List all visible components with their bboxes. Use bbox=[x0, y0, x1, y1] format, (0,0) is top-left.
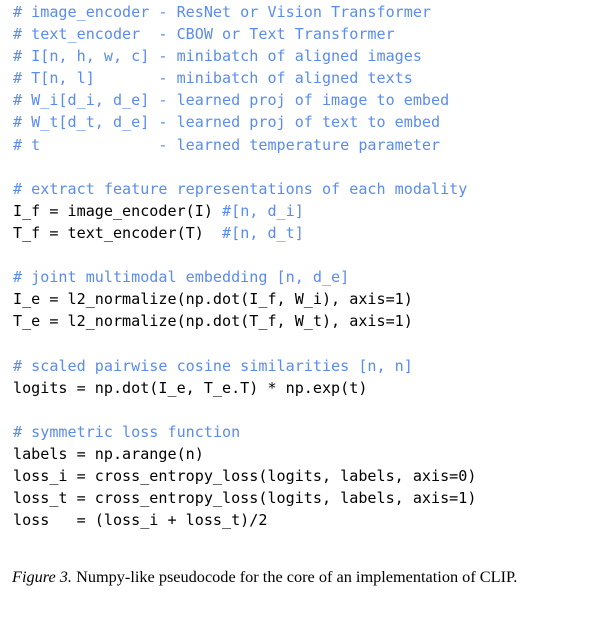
code-text: loss = (loss_i + loss_t)/2 bbox=[13, 511, 268, 530]
code-comment: # extract feature representations of eac… bbox=[13, 179, 468, 198]
code-comment: #[n, d_t] bbox=[222, 223, 304, 242]
figure-label: Figure 3. bbox=[12, 567, 72, 586]
code-line: # W_t[d_t, d_e] - learned proj of text t… bbox=[13, 111, 605, 133]
code-line: # T[n, l] - minibatch of aligned texts bbox=[13, 67, 605, 89]
code-line: loss = (loss_i + loss_t)/2 bbox=[13, 509, 605, 531]
code-line: # extract feature representations of eac… bbox=[13, 178, 605, 200]
code-line: # scaled pairwise cosine similarities [n… bbox=[13, 355, 605, 377]
code-comment: #[n, d_i] bbox=[222, 201, 304, 220]
code-text: I_e = l2_normalize(np.dot(I_f, W_i), axi… bbox=[13, 290, 413, 309]
code-line: # I[n, h, w, c] - minibatch of aligned i… bbox=[13, 45, 605, 67]
code-line: logits = np.dot(I_e, T_e.T) * np.exp(t) bbox=[13, 377, 605, 399]
code-text: T_e = l2_normalize(np.dot(T_f, W_t), axi… bbox=[13, 312, 413, 331]
code-text: labels = np.arange(n) bbox=[13, 444, 204, 463]
code-text: I_f = image_encoder(I) bbox=[13, 201, 223, 220]
code-comment: # t - learned temperature parameter bbox=[13, 135, 441, 154]
code-text: loss_t = cross_entropy_loss(logits, labe… bbox=[13, 489, 477, 508]
code-text: T_f = text_encoder(T) bbox=[13, 223, 223, 242]
figure-caption-text: Numpy-like pseudocode for the core of an… bbox=[72, 567, 518, 586]
pseudocode-listing: # image_encoder - ResNet or Vision Trans… bbox=[13, 1, 605, 531]
code-line: # symmetric loss function bbox=[13, 421, 605, 443]
code-line: # joint multimodal embedding [n, d_e] bbox=[13, 266, 605, 288]
code-line: # W_i[d_i, d_e] - learned proj of image … bbox=[13, 89, 605, 111]
code-comment: # T[n, l] - minibatch of aligned texts bbox=[13, 69, 413, 88]
code-comment: # I[n, h, w, c] - minibatch of aligned i… bbox=[13, 47, 422, 66]
figure-container: # image_encoder - ResNet or Vision Trans… bbox=[0, 0, 605, 619]
figure-caption: Figure 3. Numpy-like pseudocode for the … bbox=[12, 566, 596, 588]
code-line: T_e = l2_normalize(np.dot(T_f, W_t), axi… bbox=[13, 310, 605, 332]
code-comment: # text_encoder - CBOW or Text Transforme… bbox=[13, 25, 395, 44]
code-line: loss_t = cross_entropy_loss(logits, labe… bbox=[13, 487, 605, 509]
code-line: I_e = l2_normalize(np.dot(I_f, W_i), axi… bbox=[13, 288, 605, 310]
code-comment: # W_i[d_i, d_e] - learned proj of image … bbox=[13, 91, 450, 110]
code-line: # image_encoder - ResNet or Vision Trans… bbox=[13, 1, 605, 23]
code-comment: # image_encoder - ResNet or Vision Trans… bbox=[13, 3, 432, 21]
code-line: I_f = image_encoder(I) #[n, d_i] bbox=[13, 200, 605, 222]
code-line: labels = np.arange(n) bbox=[13, 443, 605, 465]
code-comment: # symmetric loss function bbox=[13, 422, 241, 441]
code-line: loss_i = cross_entropy_loss(logits, labe… bbox=[13, 465, 605, 487]
code-text: loss_i = cross_entropy_loss(logits, labe… bbox=[13, 466, 477, 485]
code-comment: # joint multimodal embedding [n, d_e] bbox=[13, 268, 350, 287]
code-comment: # scaled pairwise cosine similarities [n… bbox=[13, 356, 413, 375]
code-comment: # W_t[d_t, d_e] - learned proj of text t… bbox=[13, 113, 441, 132]
code-text: logits = np.dot(I_e, T_e.T) * np.exp(t) bbox=[13, 378, 368, 397]
code-line: # text_encoder - CBOW or Text Transforme… bbox=[13, 23, 605, 45]
code-line: # t - learned temperature parameter bbox=[13, 134, 605, 156]
code-line: T_f = text_encoder(T) #[n, d_t] bbox=[13, 222, 605, 244]
